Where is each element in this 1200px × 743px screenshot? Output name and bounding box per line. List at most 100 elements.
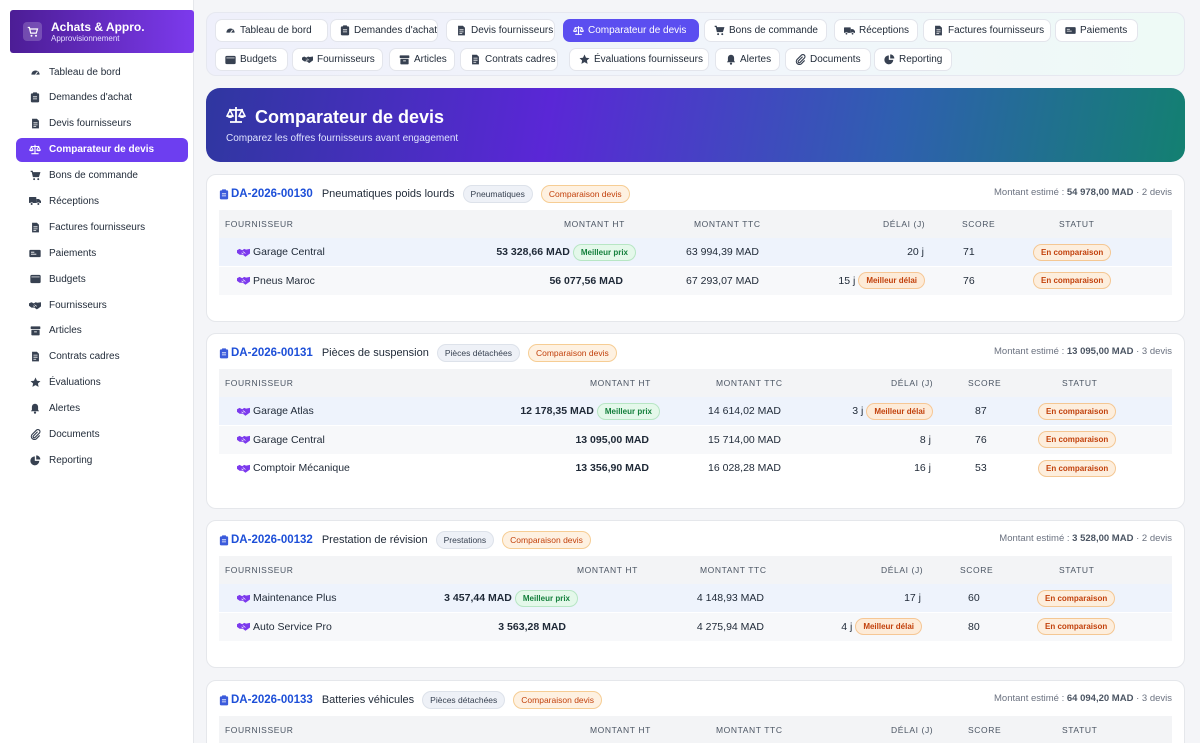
column-header-delay: DÉLAI (J) bbox=[891, 378, 934, 388]
tab-12[interactable]: Contrats cadres bbox=[460, 48, 558, 71]
tab-13[interactable]: Évaluations fournisseurs bbox=[569, 48, 709, 71]
table-row[interactable]: Auto Service Pro 3 563,28 MAD 4 275,94 MAD… bbox=[219, 612, 1172, 641]
column-header-status: STATUT bbox=[1062, 725, 1098, 735]
sidebar-item-7[interactable]: Factures fournisseurs bbox=[16, 215, 188, 239]
request-id-link[interactable]: DA-2026-00130 bbox=[231, 188, 313, 200]
estimated-amount: 54 978,00 MAD bbox=[1066, 187, 1134, 198]
column-header-ht: MONTANT HT bbox=[590, 725, 651, 735]
sidebar-item-5[interactable]: Bons de commande bbox=[16, 164, 188, 188]
estimated-label: Montant estimé : bbox=[994, 346, 1065, 357]
tab-1[interactable]: Tableau de bord bbox=[215, 19, 328, 42]
separator: · bbox=[1133, 187, 1142, 198]
category-badge: Pièces détachées bbox=[422, 691, 506, 709]
supplier-cell: Garage Central bbox=[237, 238, 325, 266]
tab-9[interactable]: Budgets bbox=[215, 48, 288, 71]
comparison-status-badge: En comparaison bbox=[1037, 589, 1116, 607]
delay-cell: 3 j Meilleur délai bbox=[852, 397, 933, 425]
page-title: Comparateur de devis bbox=[255, 107, 445, 127]
handshake-icon bbox=[29, 299, 41, 311]
delay-value: 16 j bbox=[914, 462, 931, 474]
delay-value: 4 j bbox=[841, 620, 853, 633]
tab-10[interactable]: Fournisseurs bbox=[292, 48, 383, 71]
tab-14[interactable]: Alertes bbox=[715, 48, 780, 71]
sidebar-item-16[interactable]: Reporting bbox=[16, 448, 188, 472]
amount-ttc: 4 275,94 MAD bbox=[696, 620, 764, 633]
dashboard-icon bbox=[29, 66, 41, 78]
tab-11[interactable]: Articles bbox=[389, 48, 455, 71]
scale-icon bbox=[29, 144, 41, 156]
sidebar-item-12[interactable]: Contrats cadres bbox=[16, 345, 188, 369]
sidebar-item-1[interactable]: Tableau de bord bbox=[16, 60, 188, 84]
sidebar-item-10[interactable]: Fournisseurs bbox=[16, 293, 188, 317]
amount-ttc: 15 714,00 MAD bbox=[708, 433, 781, 446]
table-header: FOURNISSEUR MONTANT HT MONTANT TTC DÉLAI (J… bbox=[219, 369, 1172, 397]
table-row[interactable]: Maintenance Plus 3 457,44 MAD Meilleur pri… bbox=[219, 584, 1172, 612]
supplier-name[interactable]: Comptoir Mécanique bbox=[253, 462, 350, 474]
clipboard-icon bbox=[219, 534, 229, 546]
sidebar-item-2[interactable]: Demandes d'achat bbox=[16, 86, 188, 110]
delay-cell: 15 j Meilleur délai bbox=[838, 267, 925, 295]
tab-16[interactable]: Reporting bbox=[874, 48, 952, 71]
sidebar-item-label: Fournisseurs bbox=[49, 299, 107, 311]
sidebar-item-6[interactable]: Réceptions bbox=[16, 189, 188, 213]
request-card: DA-2026-00132 Prestation de révision Prest… bbox=[206, 520, 1185, 668]
table-row[interactable]: Garage Atlas 12 178,35 MAD Meilleur prix 14… bbox=[219, 397, 1172, 425]
column-header-score: SCORE bbox=[962, 219, 996, 229]
supplier-name[interactable]: Garage Central bbox=[253, 434, 325, 446]
tab-label: Budgets bbox=[240, 54, 277, 65]
pie-icon bbox=[884, 54, 895, 65]
request-id-link[interactable]: DA-2026-00131 bbox=[231, 347, 313, 359]
best-delay-badge: Meilleur délai bbox=[855, 618, 922, 635]
sidebar-item-8[interactable]: Paiements bbox=[16, 241, 188, 265]
tab-5[interactable]: Bons de commande bbox=[704, 19, 827, 42]
delay-cell: 8 j bbox=[920, 426, 931, 454]
invoice-icon bbox=[456, 25, 467, 36]
supplier-name[interactable]: Garage Central bbox=[253, 246, 325, 258]
sidebar-item-4[interactable]: Comparateur de devis bbox=[16, 137, 188, 162]
status-cell: En comparaison bbox=[1037, 613, 1116, 641]
sidebar-item-15[interactable]: Documents bbox=[16, 422, 188, 446]
request-id-link[interactable]: DA-2026-00133 bbox=[231, 694, 313, 706]
status-cell: En comparaison bbox=[1033, 267, 1112, 295]
invoice-icon bbox=[933, 25, 944, 36]
sidebar: Achats & Appro. Approvisionnement Tablea… bbox=[0, 0, 194, 743]
amount-ht-cell: 3 563,28 MAD bbox=[498, 613, 566, 641]
app-subtitle: Approvisionnement bbox=[51, 33, 120, 43]
delay-cell: 4 j Meilleur délai bbox=[841, 613, 922, 641]
quote-count: 3 devis bbox=[1141, 693, 1172, 704]
sidebar-item-13[interactable]: Évaluations bbox=[16, 371, 188, 395]
tab-7[interactable]: Factures fournisseurs bbox=[923, 19, 1051, 42]
supplier-name[interactable]: Maintenance Plus bbox=[253, 592, 336, 604]
tab-3[interactable]: Devis fournisseurs bbox=[446, 19, 555, 42]
supplier-name[interactable]: Auto Service Pro bbox=[253, 621, 332, 633]
sidebar-item-14[interactable]: Alertes bbox=[16, 397, 188, 421]
supplier-cell: Auto Service Pro bbox=[237, 613, 332, 641]
amount-ttc: 63 994,39 MAD bbox=[686, 246, 759, 258]
supplier-name[interactable]: Pneus Maroc bbox=[253, 275, 315, 287]
table-row[interactable]: Pneus Maroc 56 077,56 MAD 67 293,07 MAD 15 … bbox=[219, 266, 1172, 295]
tab-2[interactable]: Demandes d'achat bbox=[330, 19, 438, 42]
table-row[interactable]: Comptoir Mécanique 13 356,90 MAD 16 028,28… bbox=[219, 454, 1172, 482]
cart-icon bbox=[29, 170, 41, 182]
tab-4[interactable]: Comparateur de devis bbox=[563, 19, 699, 42]
handshake-icon bbox=[237, 276, 250, 285]
supplier-name[interactable]: Garage Atlas bbox=[253, 405, 314, 417]
status-cell: En comparaison bbox=[1038, 426, 1117, 454]
sidebar-nav: Tableau de bord Demandes d'achat Devis fou… bbox=[16, 60, 188, 474]
status-badge: Comparaison devis bbox=[513, 691, 603, 709]
sidebar-item-3[interactable]: Devis fournisseurs bbox=[16, 112, 188, 136]
table-row[interactable]: Garage Central 53 328,66 MAD Meilleur prix… bbox=[219, 238, 1172, 266]
sidebar-item-11[interactable]: Articles bbox=[16, 319, 188, 343]
supplier-cell: Comptoir Mécanique bbox=[237, 454, 350, 482]
app-brand[interactable]: Achats & Appro. Approvisionnement bbox=[10, 10, 194, 53]
tab-15[interactable]: Documents bbox=[785, 48, 871, 71]
pie-icon bbox=[29, 454, 41, 466]
sidebar-item-9[interactable]: Budgets bbox=[16, 267, 188, 291]
tab-label: Bons de commande bbox=[729, 25, 818, 36]
tab-6[interactable]: Réceptions bbox=[834, 19, 918, 42]
table-row[interactable]: Garage Central 13 095,00 MAD 15 714,00 MAD… bbox=[219, 425, 1172, 454]
tab-8[interactable]: Paiements bbox=[1055, 19, 1138, 42]
estimated-label: Montant estimé : bbox=[994, 187, 1065, 198]
request-id-link[interactable]: DA-2026-00132 bbox=[231, 534, 313, 546]
status-cell: En comparaison bbox=[1038, 397, 1117, 425]
